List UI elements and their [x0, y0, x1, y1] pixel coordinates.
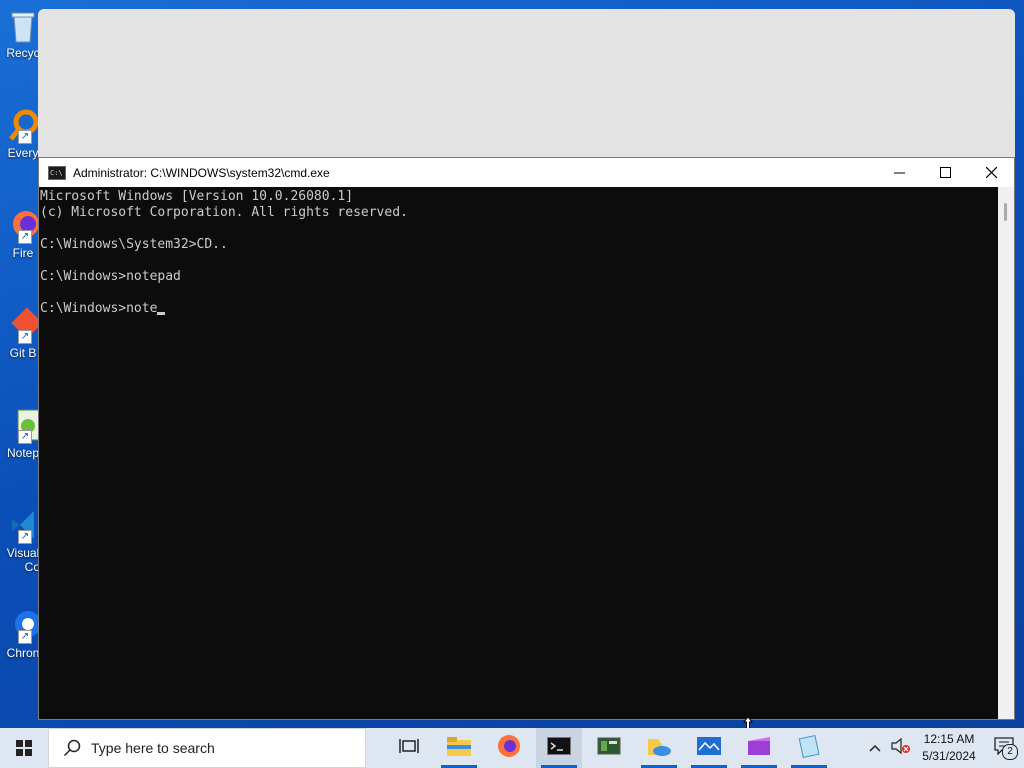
git-bash-icon: ↗: [6, 307, 43, 344]
chevron-up-icon: [869, 739, 881, 757]
taskbar-media-app[interactable]: [736, 728, 782, 768]
clock-time: 12:15 AM: [923, 732, 975, 746]
start-button[interactable]: [0, 728, 48, 768]
task-view-icon: [399, 737, 419, 760]
search-placeholder: Type here to search: [91, 740, 215, 756]
image-viewer-icon: [696, 735, 722, 762]
taskbar-image-viewer[interactable]: [686, 728, 732, 768]
console-line: ​: [40, 253, 998, 269]
windows-logo-icon: [16, 740, 32, 756]
taskbar-file-explorer[interactable]: [436, 728, 482, 768]
minimize-button[interactable]: [876, 158, 922, 187]
search-icon: [63, 739, 81, 757]
taskbar: Type here to search 12:15 AM 5/31/2024 2: [0, 728, 1024, 768]
maximize-button[interactable]: [922, 158, 968, 187]
console-line: C:\Windows>notepad: [40, 269, 181, 284]
shortcut-arrow-icon: ↗: [18, 630, 32, 644]
notepad-plus-plus-icon: ↗: [6, 408, 41, 444]
firefox-icon: [497, 734, 521, 763]
file-explorer-icon: [446, 735, 472, 762]
media-app-icon: [746, 735, 772, 762]
close-icon: [985, 165, 997, 181]
console-input-line[interactable]: C:\Windows>note: [40, 301, 998, 317]
show-hidden-icons-button[interactable]: [862, 728, 888, 768]
volume-button[interactable]: [888, 728, 914, 768]
cmd-window[interactable]: C:\ Administrator: C:\WINDOWS\system32\c…: [38, 157, 1015, 720]
shortcut-arrow-icon: ↗: [18, 530, 32, 544]
chrome-icon: ↗: [6, 608, 41, 644]
shortcut-arrow-icon: ↗: [18, 130, 32, 144]
recycle-bin-icon: [6, 8, 40, 44]
shortcut-arrow-icon: ↗: [18, 430, 32, 444]
action-center-button[interactable]: 2: [984, 728, 1024, 768]
taskbar-firefox[interactable]: [486, 728, 532, 768]
taskbar-notepad-app[interactable]: [786, 728, 832, 768]
minimize-icon: [893, 165, 905, 181]
console-line: Microsoft Windows [Version 10.0.26080.1]: [40, 189, 354, 204]
window-title: Administrator: C:\WINDOWS\system32\cmd.e…: [73, 165, 330, 180]
taskbar-clock[interactable]: 12:15 AM 5/31/2024: [914, 731, 984, 765]
console-line: (c) Microsoft Corporation. All rights re…: [40, 205, 408, 220]
scrollbar-thumb[interactable]: [1004, 203, 1007, 221]
taskbar-terminal-app[interactable]: [586, 728, 632, 768]
console-output[interactable]: Microsoft Windows [Version 10.0.26080.1]…: [39, 187, 998, 719]
shortcut-arrow-icon: ↗: [18, 230, 32, 244]
taskbar-command-prompt[interactable]: [536, 728, 582, 768]
console-line: C:\Windows\System32>CD..: [40, 237, 228, 252]
terminal-app-icon: [597, 735, 621, 762]
notification-count-badge: 2: [1002, 744, 1018, 760]
command-prompt-icon: C:\: [48, 165, 66, 180]
clock-date: 5/31/2024: [922, 749, 976, 763]
speaker-muted-icon: [891, 737, 911, 759]
maximize-icon: [939, 165, 951, 181]
cmd-titlebar[interactable]: C:\ Administrator: C:\WINDOWS\system32\c…: [39, 158, 1014, 187]
text-cursor: [157, 312, 166, 315]
taskbar-search-box[interactable]: Type here to search: [48, 728, 366, 768]
vertical-scrollbar[interactable]: [998, 187, 1014, 719]
firefox-icon: ↗: [6, 208, 40, 244]
onedrive-app-icon: [646, 735, 672, 762]
notepad-app-icon: [797, 734, 821, 763]
console-line: ​: [40, 285, 998, 301]
shortcut-arrow-icon: ↗: [18, 330, 32, 344]
background-window[interactable]: [38, 9, 1015, 169]
command-prompt-icon: [547, 736, 571, 760]
console-current-command: C:\Windows>note: [40, 301, 158, 316]
console-line: ​: [40, 221, 998, 237]
taskbar-onedrive-app[interactable]: [636, 728, 682, 768]
system-tray: 12:15 AM 5/31/2024 2: [862, 728, 1024, 768]
task-view-button[interactable]: [386, 728, 432, 768]
everything-icon: ↗: [6, 108, 40, 144]
visual-studio-code-icon: ↗: [6, 508, 40, 544]
close-button[interactable]: [968, 158, 1014, 187]
